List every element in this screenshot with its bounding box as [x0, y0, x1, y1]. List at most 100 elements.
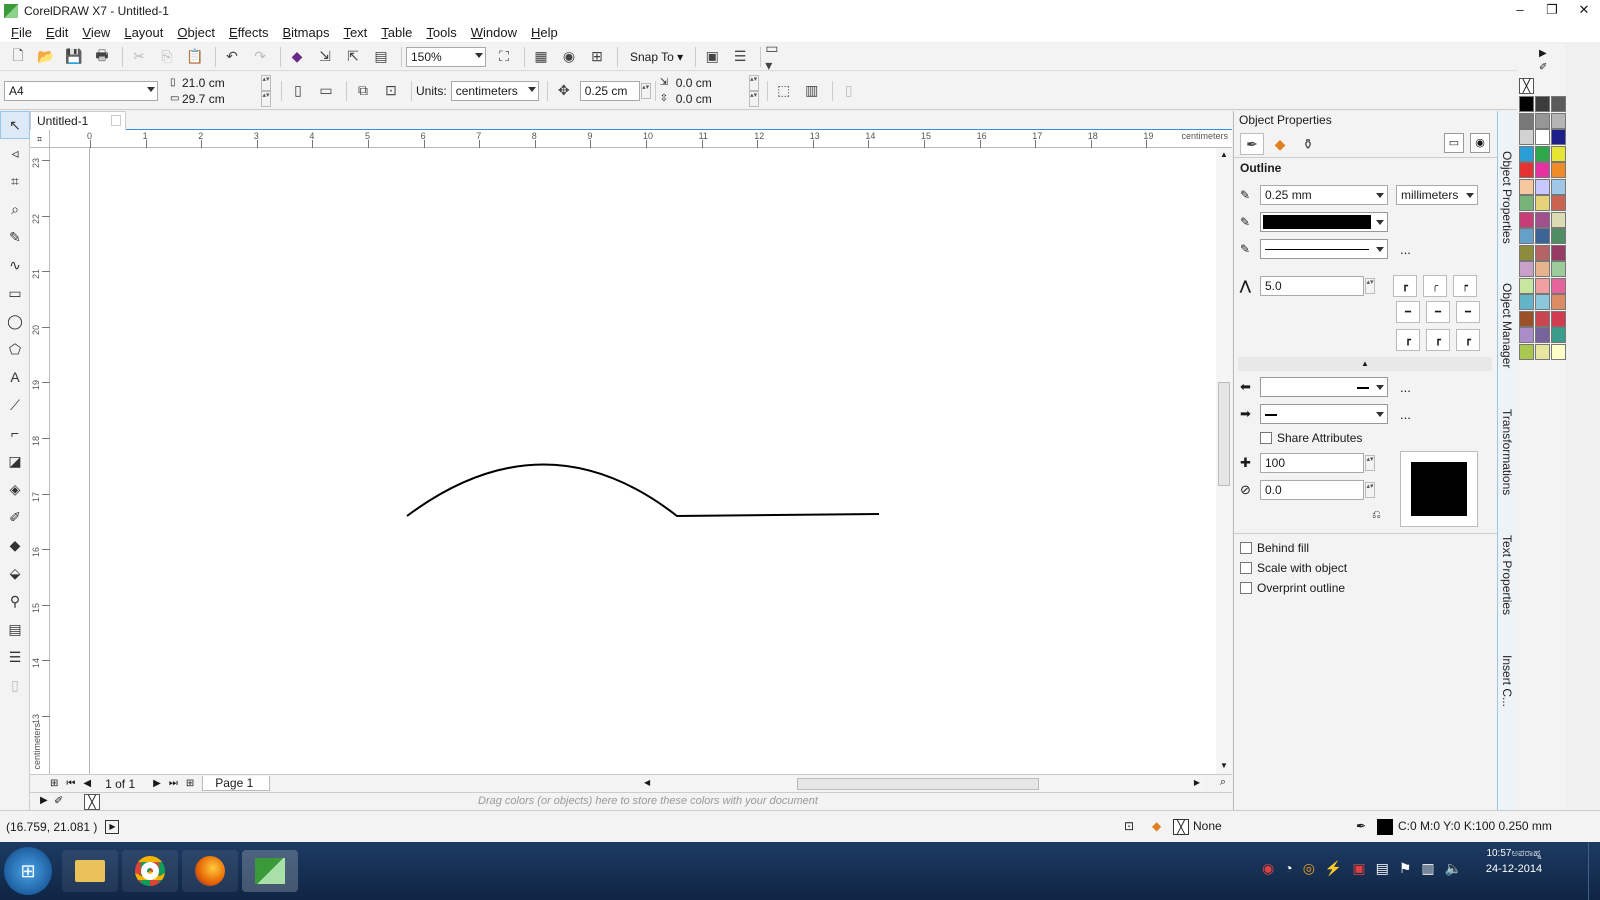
docker-view-icon[interactable]: ◉	[1470, 133, 1490, 153]
end-arrow-select[interactable]	[1260, 404, 1388, 424]
coordinates-menu-icon[interactable]: ▶	[105, 819, 120, 834]
color-swatch[interactable]	[1535, 261, 1550, 277]
color-swatch[interactable]	[1535, 112, 1550, 129]
document-tab[interactable]: Untitled-1	[30, 111, 126, 130]
document-palette[interactable]: ▶ ✐ ╳ Drag colors (or objects) here to s…	[30, 792, 1232, 810]
tab-close-icon[interactable]	[111, 115, 121, 126]
color-swatch[interactable]	[1551, 162, 1566, 178]
show-grid-icon[interactable]: ◉	[557, 46, 581, 68]
show-rulers-icon[interactable]: ▦	[529, 46, 553, 68]
menu-effects[interactable]: Effects	[222, 25, 276, 40]
reset-nib-icon[interactable]: ⎌	[1372, 509, 1381, 522]
nib-shape-preview[interactable]	[1400, 451, 1478, 527]
start-button-icon[interactable]: ⊞	[4, 847, 52, 895]
duplicate-y-input[interactable]: 0.0 cm	[676, 92, 748, 106]
color-swatch[interactable]	[1535, 310, 1550, 327]
outline-style-select[interactable]	[1260, 239, 1388, 259]
menu-bitmaps[interactable]: Bitmaps	[275, 25, 336, 40]
transformations-tab[interactable]: Transformations	[1500, 409, 1514, 495]
color-swatch[interactable]	[1551, 145, 1566, 162]
color-swatch[interactable]	[1551, 211, 1566, 228]
copy-icon[interactable]: ⎘	[155, 46, 179, 68]
stretch-spinner[interactable]: ▴▾	[1365, 455, 1375, 471]
menu-view[interactable]: View	[75, 25, 117, 40]
connector-tool-icon[interactable]: ⌐	[0, 419, 30, 447]
start-arrow-select[interactable]	[1260, 377, 1388, 397]
color-swatch[interactable]	[1519, 96, 1534, 112]
color-swatch[interactable]	[1535, 162, 1550, 178]
color-swatch[interactable]	[1551, 195, 1566, 211]
show-guidelines-icon[interactable]: ⊞	[585, 46, 609, 68]
color-swatch[interactable]	[1551, 228, 1566, 244]
file-explorer-icon[interactable]	[62, 850, 118, 892]
color-swatch[interactable]	[1551, 327, 1566, 343]
color-swatch[interactable]	[1535, 211, 1550, 228]
corner-miter-icon[interactable]: ┏	[1393, 275, 1417, 297]
close-button[interactable]: ✕	[1568, 0, 1600, 22]
freehand-tool-icon[interactable]: ✎	[0, 223, 30, 251]
page-tab[interactable]: Page 1	[202, 776, 271, 791]
corner-bevel-icon[interactable]: ┍	[1453, 275, 1477, 297]
docker-options-icon[interactable]: ▭	[1444, 133, 1464, 153]
tray-volume-icon[interactable]: 🔈	[1445, 860, 1462, 877]
scale-with-object-checkbox[interactable]	[1240, 562, 1252, 574]
tray-network-icon[interactable]: ▥	[1421, 860, 1434, 877]
page-height-input[interactable]: 29.7 cm	[182, 92, 260, 106]
tray-media-icon[interactable]: ▤	[1376, 860, 1389, 877]
page-width-input[interactable]: 21.0 cm	[182, 76, 260, 90]
vertical-scroll-thumb[interactable]	[1218, 382, 1230, 486]
pick-tool-icon[interactable]: ↖	[0, 111, 30, 139]
miter-limit-input[interactable]: 5.0	[1260, 276, 1364, 296]
snap-to-button[interactable]: Snap To ▾	[622, 50, 691, 64]
shape-tool-icon[interactable]: ◃	[0, 139, 30, 167]
menu-file[interactable]: File	[4, 25, 39, 40]
outline-pen-tool-icon[interactable]: ⚲	[0, 587, 30, 615]
new-document-icon[interactable]: 🗋	[6, 46, 30, 68]
outline-style-more-button[interactable]: ...	[1400, 242, 1411, 257]
drawn-curve[interactable]	[406, 463, 880, 518]
system-clock[interactable]: 10:57ಅಪರಾಹ್ನ 24-12-2014	[1478, 848, 1550, 875]
treat-as-filled-icon[interactable]: ▥	[800, 80, 824, 102]
parallel-dimension-tool-icon[interactable]: ⟋	[0, 391, 30, 419]
application-launcher-icon[interactable]: ▭ ▾	[765, 40, 789, 73]
color-swatch[interactable]	[1535, 228, 1550, 244]
corner-round-icon[interactable]: ╭	[1423, 275, 1447, 297]
transparency-tool-icon[interactable]: ◈	[0, 475, 30, 503]
color-swatch[interactable]	[1519, 277, 1534, 294]
last-page-icon[interactable]: ⏭	[169, 778, 178, 789]
color-swatch[interactable]	[1551, 343, 1566, 360]
color-swatch[interactable]	[1519, 162, 1534, 178]
interactive-fill-tool-icon[interactable]: ◆	[0, 531, 30, 559]
nudge-spinner[interactable]: ▴▾	[640, 82, 651, 99]
add-page-after-icon[interactable]: ⊞	[186, 778, 194, 789]
outline-tab-icon[interactable]: ✒	[1240, 133, 1264, 155]
tray-flag-icon[interactable]: ⚑	[1399, 860, 1412, 877]
color-swatch[interactable]	[1519, 129, 1534, 145]
redo-icon[interactable]: ↷	[248, 46, 272, 68]
color-swatch[interactable]	[1551, 277, 1566, 294]
color-swatch[interactable]	[1535, 277, 1550, 294]
color-swatch[interactable]	[1535, 343, 1550, 360]
text-properties-tab[interactable]: Text Properties	[1500, 535, 1514, 615]
open-icon[interactable]: 📂	[34, 46, 58, 68]
cap-round-icon[interactable]: ━	[1426, 301, 1450, 323]
horizontal-scroll-thumb[interactable]	[797, 778, 1039, 790]
welcome-screen-icon[interactable]: ▣	[700, 46, 724, 68]
outline-color-picker[interactable]	[1260, 212, 1388, 232]
scroll-right-icon[interactable]: ▶	[1194, 778, 1200, 787]
tray-flash-icon[interactable]: ⚡	[1325, 860, 1342, 877]
previous-page-icon[interactable]: ◀	[83, 778, 91, 789]
text-tool-icon[interactable]: A	[0, 363, 30, 391]
no-color-swatch[interactable]: ╳	[84, 794, 100, 810]
behind-fill-checkbox[interactable]	[1240, 542, 1252, 554]
color-swatch[interactable]	[1535, 327, 1550, 343]
color-swatch[interactable]	[1519, 228, 1534, 244]
vertical-scrollbar[interactable]: ▲ ▼	[1216, 148, 1232, 774]
undo-icon[interactable]: ↶	[220, 46, 244, 68]
color-swatch[interactable]	[1519, 310, 1534, 327]
insert-character-tab[interactable]: Insert C...	[1500, 655, 1514, 707]
horizontal-ruler[interactable]: 0 1 2 3 4 5 6 7 8 9 10 11 12 13 14 15 16 17 18 19 centimete…	[50, 130, 1232, 148]
horizontal-scrollbar[interactable]: ◀ ▶	[642, 777, 1202, 791]
position-inside-icon[interactable]: ┏	[1456, 329, 1480, 351]
tray-app-icon[interactable]: ◉	[1262, 860, 1274, 877]
